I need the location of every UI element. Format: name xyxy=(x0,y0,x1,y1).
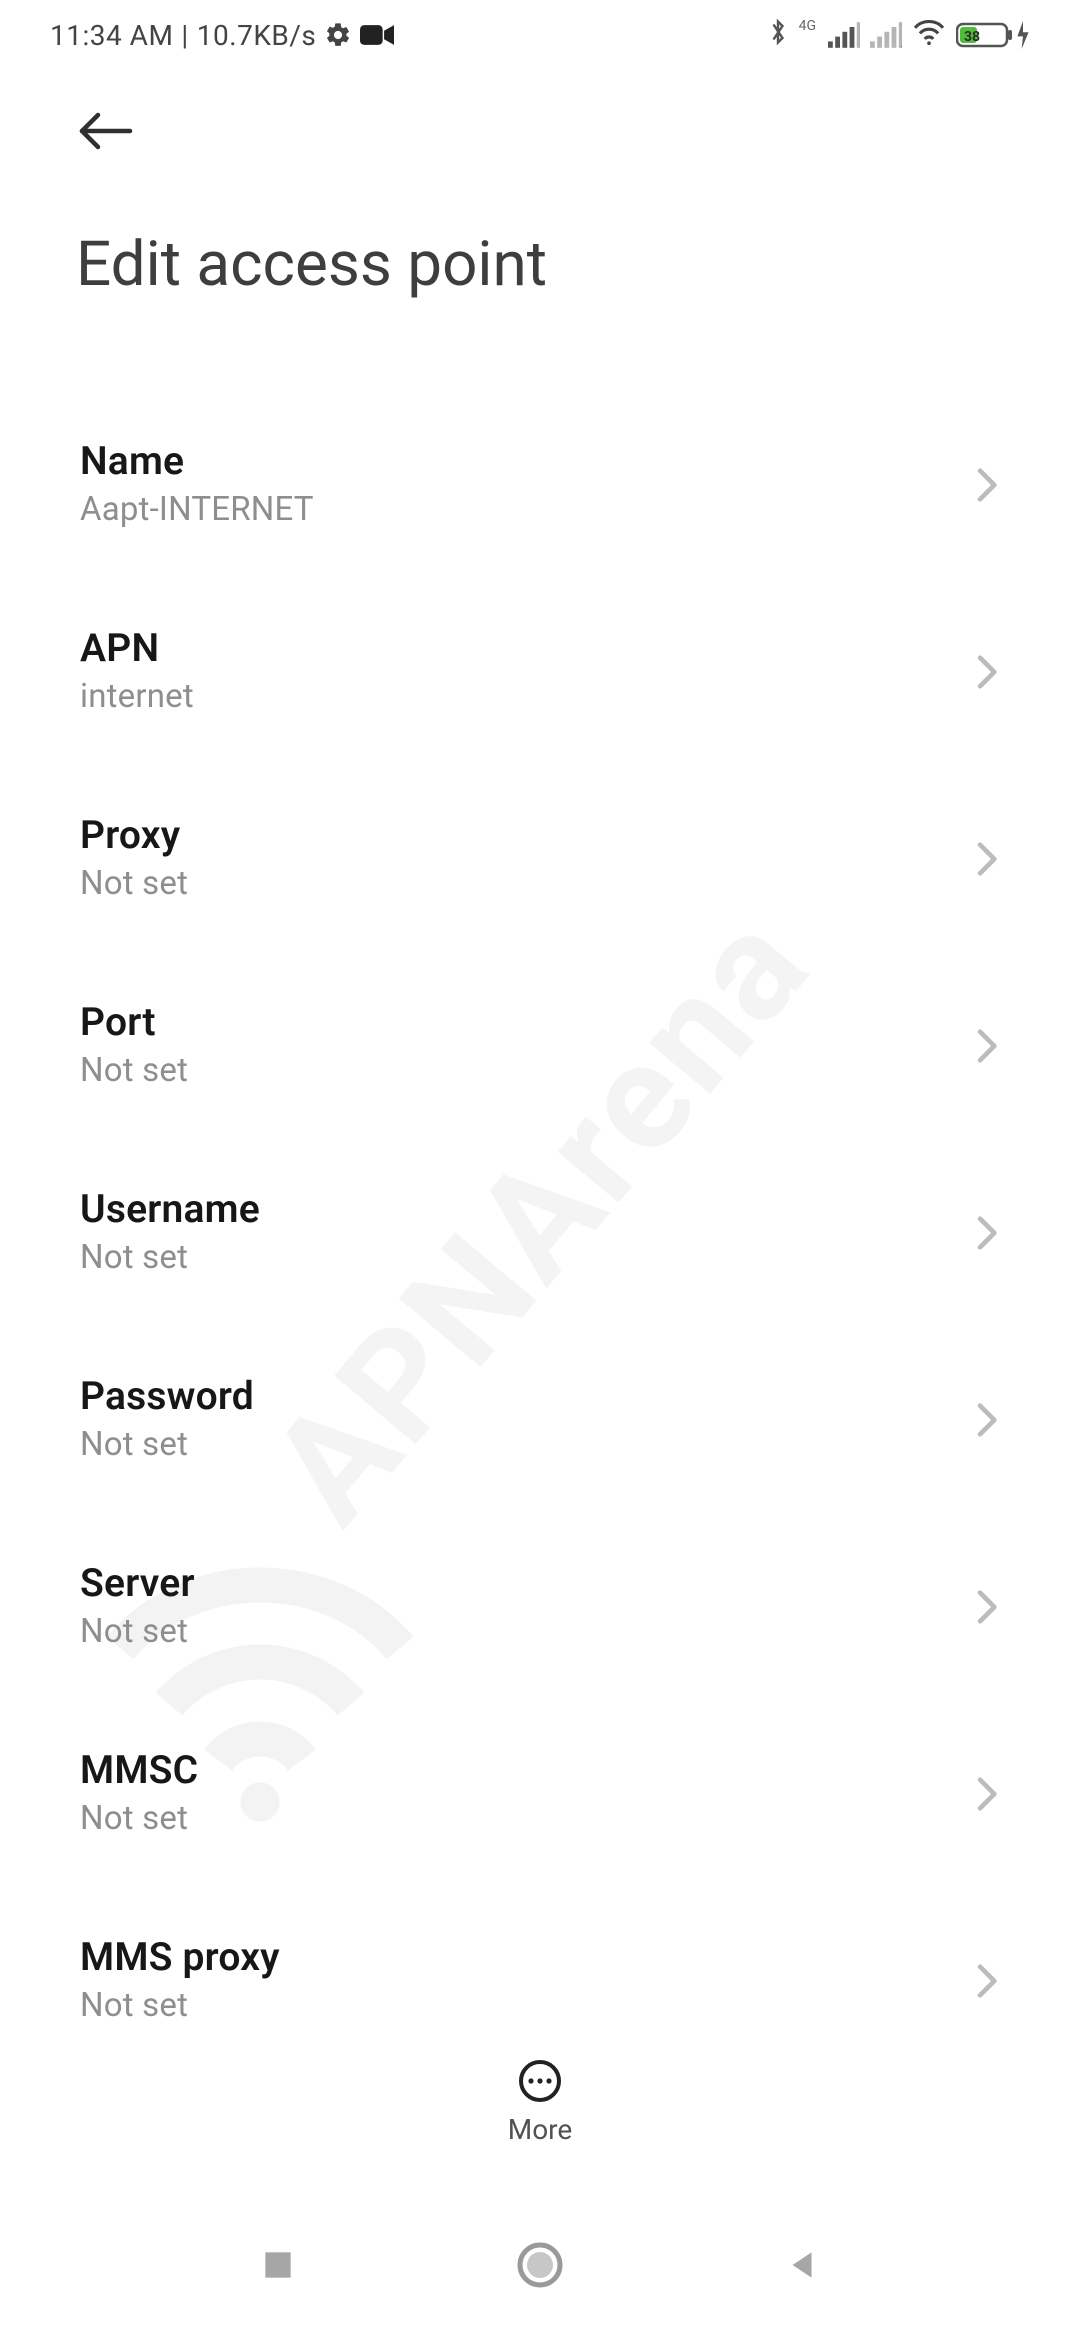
row-value: Not set xyxy=(80,1986,280,2020)
status-left: 11:34 AM | 10.7KB/s xyxy=(50,19,394,52)
video-icon xyxy=(360,23,394,47)
row-title: Proxy xyxy=(80,812,188,858)
row-text: Username Not set xyxy=(80,1186,260,1277)
nav-back-button[interactable] xyxy=(783,2246,821,2288)
setting-row-mms-proxy[interactable]: MMS proxy Not set xyxy=(0,1886,1080,2020)
row-value: Not set xyxy=(80,1238,260,1277)
chevron-right-icon xyxy=(976,1214,1000,1256)
row-text: APN internet xyxy=(80,625,194,716)
status-sep: | xyxy=(181,19,188,52)
row-value: internet xyxy=(80,677,194,716)
nav-recent-button[interactable] xyxy=(259,2246,297,2288)
svg-text:✕: ✕ xyxy=(899,43,902,48)
status-right: 4G ✕ 38 xyxy=(767,17,1030,54)
row-value: Not set xyxy=(80,864,188,903)
signal-2: ✕ xyxy=(870,22,902,48)
network-type-label: 4G xyxy=(799,18,816,34)
settings-list-wrapper: Name Aapt-INTERNET APN internet Proxy No… xyxy=(0,360,1080,2020)
row-text: MMS proxy Not set xyxy=(80,1934,280,2020)
status-bar: 11:34 AM | 10.7KB/s 4G ✕ 38 xyxy=(0,0,1080,70)
setting-row-port[interactable]: Port Not set xyxy=(0,951,1080,1138)
gear-icon xyxy=(324,21,352,49)
system-nav-bar xyxy=(0,2194,1080,2340)
arrow-left-icon xyxy=(76,110,134,152)
nav-home-button[interactable] xyxy=(515,2240,565,2294)
more-button[interactable]: More xyxy=(508,2059,573,2146)
row-text: Proxy Not set xyxy=(80,812,188,903)
row-title: MMS proxy xyxy=(80,1934,280,1980)
row-text: Server Not set xyxy=(80,1560,195,1651)
status-speed: 10.7KB/s xyxy=(197,19,317,52)
settings-list: Name Aapt-INTERNET APN internet Proxy No… xyxy=(0,360,1080,2020)
chevron-right-icon xyxy=(976,1027,1000,1069)
row-title: APN xyxy=(80,625,194,671)
row-title: Server xyxy=(80,1560,195,1606)
row-text: MMSC Not set xyxy=(80,1747,198,1838)
chevron-right-icon xyxy=(976,1588,1000,1630)
row-title: Username xyxy=(80,1186,260,1232)
setting-row-mmsc[interactable]: MMSC Not set xyxy=(0,1699,1080,1886)
row-text: Name Aapt-INTERNET xyxy=(80,438,314,529)
chevron-right-icon xyxy=(976,840,1000,882)
header: Edit access point xyxy=(0,70,1080,309)
chevron-right-icon xyxy=(976,1401,1000,1443)
page-title: Edit access point xyxy=(76,228,1004,301)
setting-row-proxy[interactable]: Proxy Not set xyxy=(0,764,1080,951)
row-title: Password xyxy=(80,1373,254,1419)
signal-1: 4G xyxy=(799,22,860,48)
battery-indicator: 38 xyxy=(956,21,1030,49)
row-value: Aapt-INTERNET xyxy=(80,490,314,529)
setting-row-apn[interactable]: APN internet xyxy=(0,577,1080,764)
row-value: Not set xyxy=(80,1051,188,1090)
back-button[interactable] xyxy=(76,110,134,152)
chevron-right-icon xyxy=(976,1775,1000,1817)
bluetooth-icon xyxy=(767,17,789,54)
status-time: 11:34 AM xyxy=(50,19,173,52)
more-label: More xyxy=(508,2113,573,2146)
row-value: Not set xyxy=(80,1425,254,1464)
chevron-right-icon xyxy=(976,466,1000,508)
more-icon xyxy=(518,2059,562,2103)
row-value: Not set xyxy=(80,1612,195,1651)
row-title: Name xyxy=(80,438,314,484)
charging-icon xyxy=(1016,21,1030,49)
row-value: Not set xyxy=(80,1799,198,1838)
chevron-right-icon xyxy=(976,653,1000,695)
setting-row-username[interactable]: Username Not set xyxy=(0,1138,1080,1325)
bottom-action-bar: More xyxy=(0,2022,1080,2182)
chevron-right-icon xyxy=(976,1962,1000,2004)
row-text: Port Not set xyxy=(80,999,188,1090)
row-title: MMSC xyxy=(80,1747,198,1793)
row-title: Port xyxy=(80,999,188,1045)
battery-percent: 38 xyxy=(964,29,980,45)
setting-row-password[interactable]: Password Not set xyxy=(0,1325,1080,1512)
wifi-icon xyxy=(912,18,946,53)
setting-row-name[interactable]: Name Aapt-INTERNET xyxy=(0,390,1080,577)
row-text: Password Not set xyxy=(80,1373,254,1464)
setting-row-server[interactable]: Server Not set xyxy=(0,1512,1080,1699)
